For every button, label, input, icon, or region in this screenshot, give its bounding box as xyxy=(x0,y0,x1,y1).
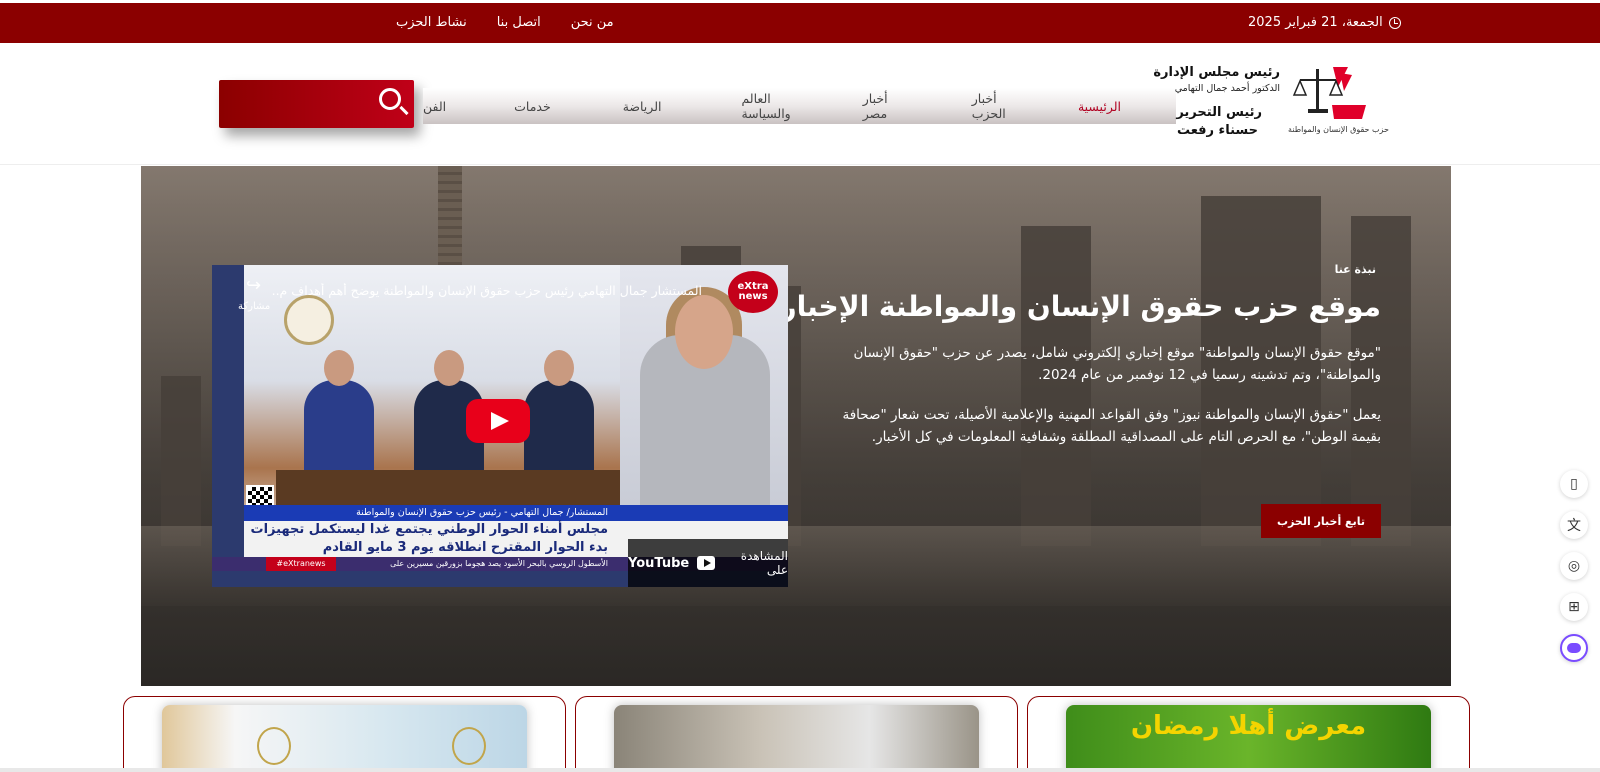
apps-icon[interactable]: ⊞ xyxy=(1560,593,1588,621)
party-name: حزب حقوق الإنسان والمواطنة xyxy=(1288,125,1389,134)
translate-icon[interactable]: 文 xyxy=(1560,511,1588,539)
book-icon[interactable]: ▯ xyxy=(1560,470,1588,498)
search-box[interactable] xyxy=(219,80,414,128)
page-bottom-rule xyxy=(0,768,1600,772)
channel-logo: eXtra news xyxy=(728,271,778,313)
news-card[interactable] xyxy=(123,696,566,772)
card-banner-text: معرض أهلا رمضان xyxy=(1130,711,1367,741)
seal-icon xyxy=(452,727,486,765)
watch-on-label: المشاهدة على xyxy=(740,549,788,577)
nav-item-sports[interactable]: الرياضة xyxy=(623,99,662,114)
top-link-contact[interactable]: اتصل بنا xyxy=(497,15,541,30)
assistant-icon[interactable] xyxy=(1560,634,1588,662)
main-nav: الرئيسية أخبار الحزب أخبار مصر العالم وا… xyxy=(423,88,1176,124)
hero-paragraph-1: "موقع حقوق الإنسان والمواطنة" موقع إخبار… xyxy=(853,345,1381,383)
follow-party-news-button[interactable]: تابع أخبار الحزب xyxy=(1261,504,1381,538)
chair-name: الدكتور أحمد جمال التهامي xyxy=(1174,83,1280,94)
date-text: الجمعة، 21 فبراير 2025 xyxy=(1248,15,1383,30)
news-cards: معرض أهلا رمضان xyxy=(123,696,1471,772)
cairo-tower xyxy=(438,166,462,266)
party-logo[interactable]: حزب حقوق الإنسان والمواطنة xyxy=(1288,65,1389,139)
podcast-icon[interactable]: ◎ xyxy=(1560,552,1588,580)
hero-tag: نبذة عنا xyxy=(1334,263,1376,276)
top-link-activity[interactable]: نشاط الحزب xyxy=(396,15,467,30)
share-label[interactable]: مشاركة xyxy=(238,301,270,312)
chair-title: رئيس مجلس الإدارة xyxy=(1153,65,1280,80)
top-bar: من نحن اتصل بنا نشاط الحزب الجمعة، 21 فب… xyxy=(0,3,1600,43)
top-link-about[interactable]: من نحن xyxy=(571,15,614,30)
scales-icon xyxy=(1292,67,1366,119)
nav-item-arts[interactable]: الفن xyxy=(423,99,446,114)
watch-on-youtube-button[interactable]: المشاهدة على YouTube xyxy=(628,539,788,587)
building xyxy=(1021,226,1091,546)
hero-title: موقع حزب حقوق الإنسان والمواطنة الإخباري xyxy=(754,290,1381,323)
video-table xyxy=(276,470,620,510)
hero-section: نبذة عنا موقع حزب حقوق الإنسان والمواطنة… xyxy=(141,166,1451,686)
side-toolbar: ▯ 文 ◎ ⊞ xyxy=(1560,470,1592,675)
youtube-label: YouTube xyxy=(628,555,690,571)
person-head xyxy=(544,350,574,386)
nav-item-services[interactable]: خدمات xyxy=(514,99,551,114)
card-image[interactable] xyxy=(162,705,527,772)
assistant-face xyxy=(1567,643,1581,653)
person-head xyxy=(324,350,354,386)
news-card[interactable]: معرض أهلا رمضان xyxy=(1027,696,1470,772)
share-icon[interactable]: ↪ xyxy=(246,275,266,296)
hero-paragraph-2: يعمل "حقوق الإنسان والمواطنة نيوز" وفق ا… xyxy=(842,407,1381,445)
brand-block: رئيس مجلس الإدارة الدكتور أحمد جمال الته… xyxy=(1153,63,1389,143)
youtube-icon xyxy=(697,556,716,570)
seal-icon xyxy=(257,727,291,765)
video-lower-strip: المستشار/ جمال التهامي - رئيس حزب حقوق ا… xyxy=(244,505,788,521)
clock-icon xyxy=(1388,16,1401,29)
anchor-head xyxy=(675,295,733,369)
top-links: من نحن اتصل بنا نشاط الحزب xyxy=(396,15,614,30)
video-embed[interactable]: المستشار/ جمال التهامي - رئيس حزب حقوق ا… xyxy=(212,265,788,587)
nav-item-egypt-news[interactable]: أخبار مصر xyxy=(863,91,892,121)
search-icon[interactable] xyxy=(379,88,401,110)
video-title[interactable]: المستشار جمال التهامي رئيس حزب حقوق الإن… xyxy=(272,283,702,298)
play-button[interactable] xyxy=(466,399,530,443)
nav-item-world-politics[interactable]: العالم والسياسة xyxy=(741,91,790,121)
building xyxy=(161,376,201,546)
news-card[interactable] xyxy=(575,696,1018,772)
card-image[interactable] xyxy=(614,705,979,772)
header: الرئيسية أخبار الحزب أخبار مصر العالم وا… xyxy=(0,43,1600,165)
video-hashtag: #eXtranews xyxy=(266,557,336,571)
editor-title: رئيس التحرير xyxy=(1176,105,1262,120)
seal-logo xyxy=(284,295,334,345)
nav-item-home[interactable]: الرئيسية xyxy=(1078,99,1121,114)
card-image[interactable]: معرض أهلا رمضان xyxy=(1066,705,1431,772)
person-head xyxy=(434,350,464,386)
date-display: الجمعة، 21 فبراير 2025 xyxy=(1248,15,1401,30)
nav-item-party-news[interactable]: أخبار الحزب xyxy=(972,91,1006,121)
editor-name: حسناء رفعت xyxy=(1176,123,1258,138)
